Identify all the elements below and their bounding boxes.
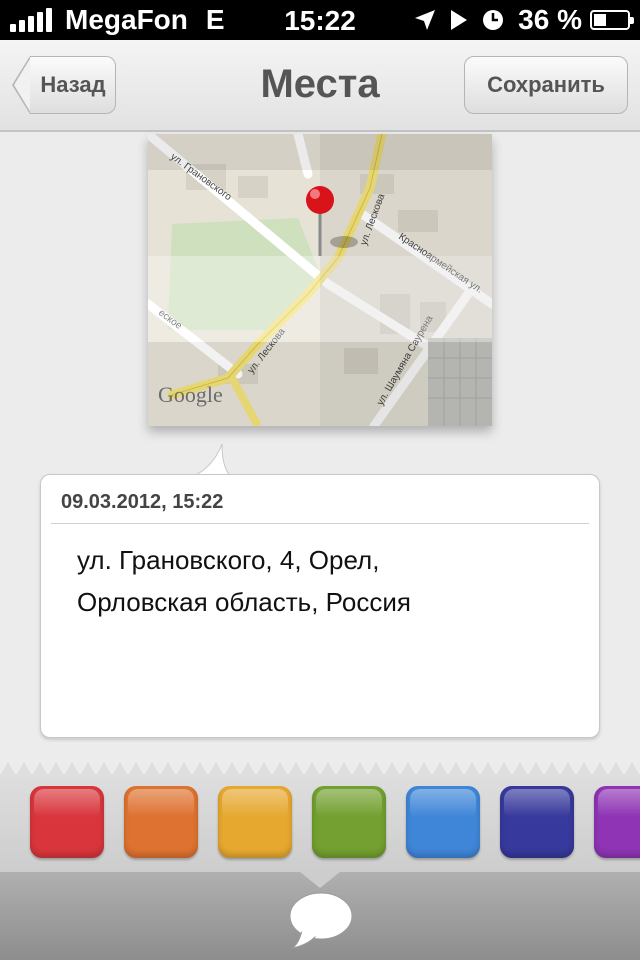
color-swatch-yellow[interactable] [218,786,292,858]
map-pin-icon [304,184,358,260]
status-bar: MegaFon E 15:22 36 % [0,0,640,40]
save-button[interactable]: Сохранить [464,56,628,114]
color-swatch-indigo[interactable] [500,786,574,858]
bubble-tail [194,444,230,478]
map-thumbnail[interactable]: ул. Грановского ул. Лескова Красноармейс… [148,134,492,426]
color-swatch-blue[interactable] [406,786,480,858]
location-arrow-icon [414,9,436,31]
note-address[interactable]: ул. Грановского, 4, Орел, Орловская обла… [77,539,577,623]
toolbar-notch [300,872,340,888]
color-swatch-orange[interactable] [124,786,198,858]
color-swatch-red[interactable] [30,786,104,858]
address-line: ул. Грановского, 4, Орел, [77,545,380,575]
address-line: Орловская область, Россия [77,587,411,617]
status-right: 36 % [400,4,634,36]
play-icon [450,9,468,31]
battery-percent: 36 % [518,4,582,35]
note-card[interactable]: 09.03.2012, 15:22 ул. Грановского, 4, Ор… [40,474,600,738]
color-swatch-purple[interactable] [594,786,640,858]
color-palette [0,774,640,872]
battery-icon [590,10,634,30]
navigation-bar: Назад Места Сохранить [0,40,640,132]
note-date: 09.03.2012, 15:22 [61,491,224,513]
note-divider [51,523,589,524]
color-swatch-green[interactable] [312,786,386,858]
speech-bubble-icon[interactable] [288,890,354,955]
clock-icon [482,9,504,31]
google-logo: Google [158,382,223,407]
